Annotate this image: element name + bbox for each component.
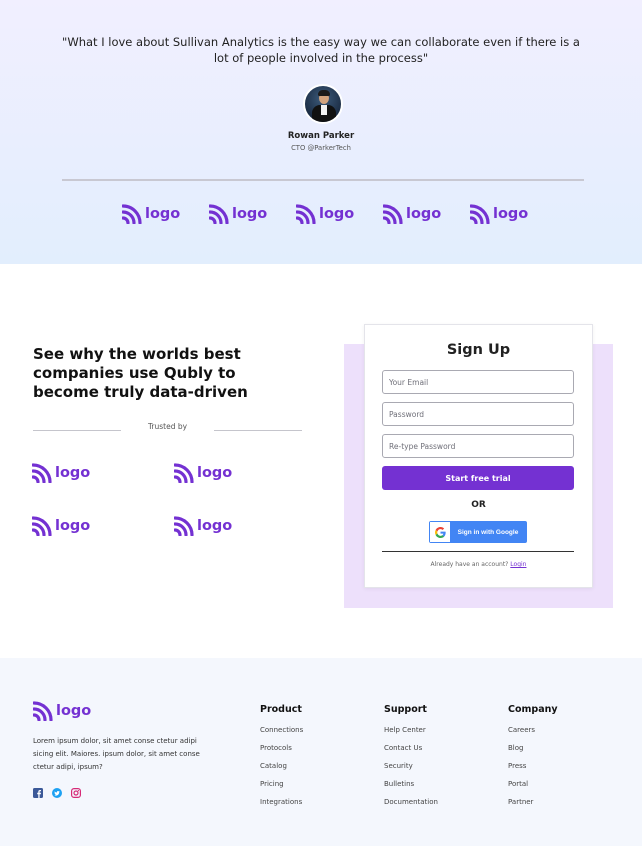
testimonial-name: Rowan Parker xyxy=(287,131,355,141)
logo-mark-icon xyxy=(122,204,142,224)
footer-link[interactable]: Bulletins xyxy=(384,779,438,797)
retype-password-field[interactable] xyxy=(382,434,574,458)
hero-headline: See why the worlds best companies use Qu… xyxy=(33,345,248,401)
footer-link[interactable]: Portal xyxy=(508,779,558,797)
footer-column-title: Support xyxy=(384,704,427,715)
login-prompt: Already have an account? Login xyxy=(365,561,592,568)
have-account-text: Already have an account? xyxy=(430,561,509,568)
footer-description: Lorem ipsum dolor, sit amet conse ctetur… xyxy=(33,737,200,771)
testimonial-section: "What I love about Sullivan Analytics is… xyxy=(0,0,642,264)
or-separator: OR xyxy=(471,500,486,510)
logo-mark-icon xyxy=(174,463,194,483)
trusted-logo: logo xyxy=(32,516,90,536)
signup-form: Sign Up Start free trial OR Sign in with… xyxy=(364,324,593,588)
google-icon xyxy=(430,522,450,542)
partner-logo: logo xyxy=(383,204,441,224)
google-signin-label: Sign in with Google xyxy=(457,528,519,536)
logo-text: logo xyxy=(55,465,91,481)
footer-link[interactable]: Blog xyxy=(508,743,558,761)
logo-text: logo xyxy=(197,518,233,534)
instagram-icon[interactable] xyxy=(71,788,81,798)
partner-logo-row: logo logo logo logo logo xyxy=(122,204,542,228)
logo-text: logo xyxy=(232,206,268,222)
logo-mark-icon xyxy=(174,516,194,536)
footer-link[interactable]: Security xyxy=(384,761,438,779)
footer-column-support: Support Help Center Contact Us Security … xyxy=(384,704,438,815)
logo-text: logo xyxy=(145,206,181,222)
logo-text: logo xyxy=(56,703,92,719)
logo-text: logo xyxy=(406,206,442,222)
facebook-icon[interactable] xyxy=(33,788,43,798)
footer-link[interactable]: Pricing xyxy=(260,779,303,797)
divider xyxy=(33,430,121,431)
footer-column-product: Product Connections Protocols Catalog Pr… xyxy=(260,704,303,815)
divider xyxy=(382,551,574,552)
footer-column-title: Company xyxy=(508,704,558,715)
partner-logo: logo xyxy=(296,204,354,224)
partner-logo: logo xyxy=(470,204,528,224)
testimonial-quote: "What I love about Sullivan Analytics is… xyxy=(62,35,580,65)
trusted-logo: logo xyxy=(174,516,232,536)
login-link[interactable]: Login xyxy=(510,561,526,568)
footer: logo Lorem ipsum dolor, sit amet conse c… xyxy=(0,658,642,846)
footer-link[interactable]: Contact Us xyxy=(384,743,438,761)
footer-logo[interactable]: logo xyxy=(33,701,91,721)
footer-link[interactable]: Connections xyxy=(260,725,303,743)
footer-link[interactable]: Press xyxy=(508,761,558,779)
divider xyxy=(62,179,584,181)
social-links xyxy=(33,788,81,798)
trusted-by-label: Trusted by xyxy=(147,422,188,431)
partner-logo: logo xyxy=(122,204,180,224)
email-field[interactable] xyxy=(382,370,574,394)
trusted-logo: logo xyxy=(174,463,232,483)
footer-link[interactable]: Help Center xyxy=(384,725,438,743)
password-field[interactable] xyxy=(382,402,574,426)
logo-text: logo xyxy=(493,206,529,222)
partner-logo: logo xyxy=(209,204,267,224)
testimonial-role: CTO @ParkerTech xyxy=(291,144,351,152)
footer-column-company: Company Careers Blog Press Portal Partne… xyxy=(508,704,558,815)
logo-mark-icon xyxy=(383,204,403,224)
google-signin-button[interactable]: Sign in with Google xyxy=(429,521,527,543)
signup-title: Sign Up xyxy=(446,342,511,358)
start-free-trial-button[interactable]: Start free trial xyxy=(382,466,574,490)
avatar xyxy=(303,84,343,124)
footer-column-title: Product xyxy=(260,704,302,715)
logo-mark-icon xyxy=(32,516,52,536)
logo-mark-icon xyxy=(470,204,490,224)
logo-text: logo xyxy=(197,465,233,481)
logo-mark-icon xyxy=(209,204,229,224)
footer-link[interactable]: Documentation xyxy=(384,797,438,815)
divider xyxy=(214,430,302,431)
logo-text: logo xyxy=(319,206,355,222)
footer-link[interactable]: Protocols xyxy=(260,743,303,761)
footer-link[interactable]: Integrations xyxy=(260,797,303,815)
footer-link[interactable]: Careers xyxy=(508,725,558,743)
footer-link[interactable]: Partner xyxy=(508,797,558,815)
footer-link[interactable]: Catalog xyxy=(260,761,303,779)
logo-mark-icon xyxy=(32,463,52,483)
logo-mark-icon xyxy=(296,204,316,224)
twitter-icon[interactable] xyxy=(52,788,62,798)
trusted-logo: logo xyxy=(32,463,90,483)
logo-text: logo xyxy=(55,518,91,534)
logo-mark-icon xyxy=(33,701,53,721)
